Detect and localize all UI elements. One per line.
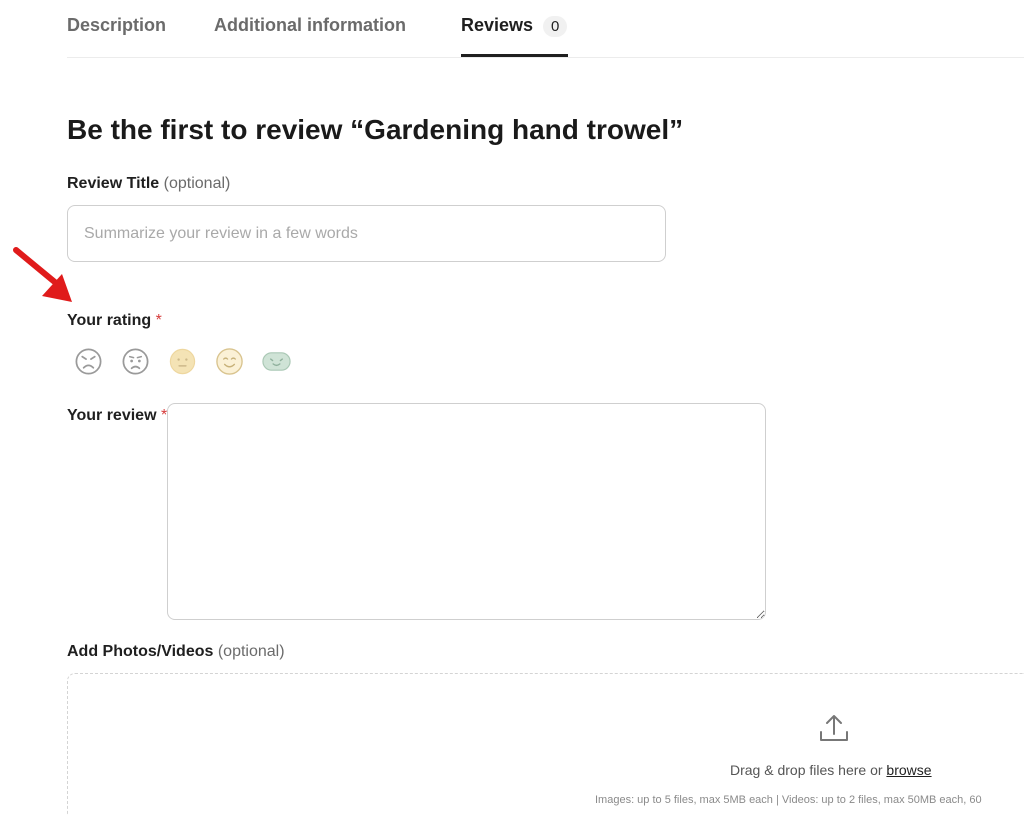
- drop-text: Drag & drop files here or: [730, 762, 883, 778]
- review-label-text: Your review: [67, 407, 157, 424]
- upload-limits-text: Images: up to 5 files, max 5MB each | Vi…: [595, 794, 982, 806]
- media-dropzone[interactable]: Drag & drop files here or browse Images:…: [67, 673, 1024, 815]
- review-label: Your review *: [67, 407, 167, 425]
- review-title-label-text: Review Title: [67, 175, 160, 192]
- rating-label: Your rating *: [67, 312, 162, 330]
- tab-description[interactable]: Description: [67, 15, 166, 36]
- tab-reviews[interactable]: Reviews 0: [461, 15, 568, 37]
- media-label-text: Add Photos/Videos: [67, 643, 214, 660]
- media-optional: (optional): [217, 643, 285, 660]
- upload-icon: [820, 715, 848, 741]
- angry-face-icon[interactable]: [73, 346, 104, 377]
- sad-face-icon[interactable]: [120, 346, 151, 377]
- review-form-heading: Be the first to review “Gardening hand t…: [67, 114, 684, 145]
- rating-faces: [73, 346, 292, 380]
- dropzone-instructions: Drag & drop files here or browse: [730, 762, 932, 778]
- reviews-count-badge: 0: [543, 16, 568, 37]
- red-arrow-annotation-icon: [13, 247, 72, 302]
- review-title-label: Review Title (optional): [67, 175, 230, 193]
- product-tabs: Description Additional information Revie…: [67, 0, 1024, 58]
- review-title-input[interactable]: [67, 205, 666, 262]
- tab-additional-information[interactable]: Additional information: [214, 15, 406, 36]
- rating-required-mark: *: [155, 312, 162, 329]
- active-tab-indicator: [461, 54, 568, 57]
- neutral-face-icon[interactable]: [167, 346, 198, 377]
- review-title-optional: (optional): [163, 175, 231, 192]
- media-label: Add Photos/Videos (optional): [67, 643, 285, 661]
- very-happy-face-icon[interactable]: [261, 346, 292, 377]
- rating-label-text: Your rating: [67, 312, 152, 329]
- happy-face-icon[interactable]: [214, 346, 245, 377]
- review-textarea[interactable]: [167, 403, 766, 620]
- tab-reviews-label: Reviews: [461, 15, 534, 35]
- browse-link[interactable]: browse: [886, 762, 931, 778]
